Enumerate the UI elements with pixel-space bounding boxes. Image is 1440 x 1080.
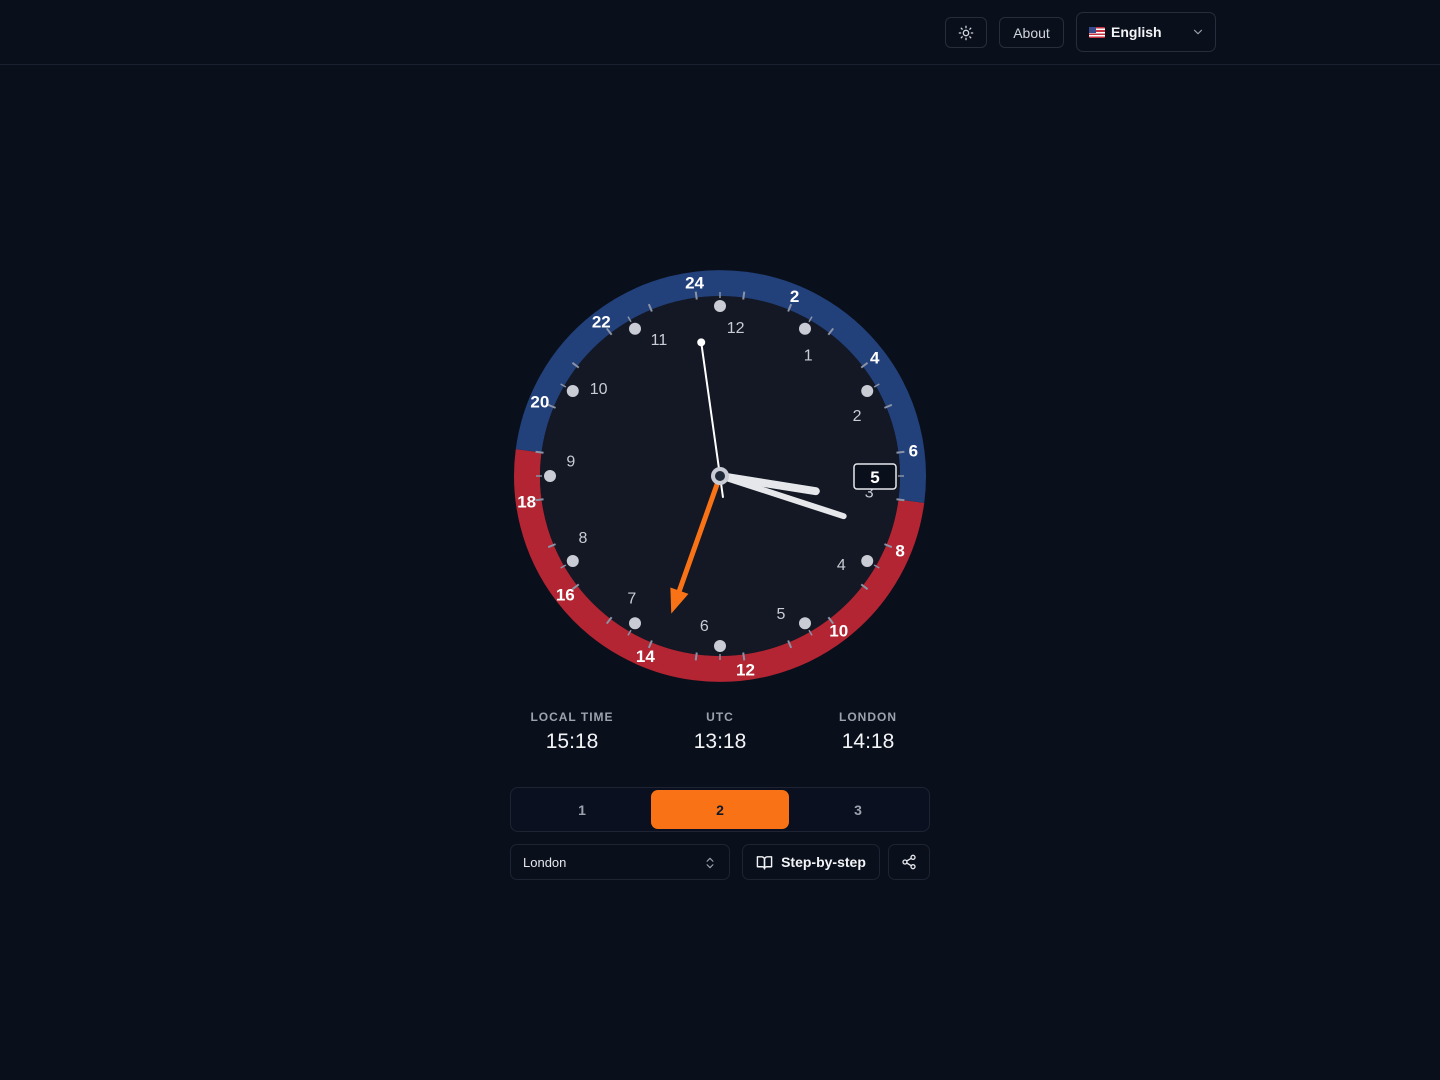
dial-hour-number: 8 [579, 530, 588, 547]
step-by-step-label: Step-by-step [781, 854, 866, 870]
local-time-readout: LOCAL TIME 15:18 [498, 710, 646, 755]
bezel-hour-label: 8 [895, 542, 904, 561]
segment-option-2[interactable]: 2 [651, 790, 789, 829]
bezel-hour-label: 4 [870, 348, 880, 367]
sun-icon [958, 25, 974, 40]
local-time-value: 15:18 [545, 730, 599, 753]
bezel-tick [694, 291, 698, 300]
hour-marker-dot [544, 470, 556, 482]
dial-hour-number: 4 [837, 557, 846, 574]
theme-toggle-button[interactable] [945, 17, 987, 48]
city-select[interactable]: London [510, 844, 730, 880]
local-time-label: LOCAL TIME [530, 710, 614, 724]
london-time-readout: LONDON 14:18 [794, 710, 942, 755]
top-bar: About English [0, 0, 1440, 65]
dial-hour-number: 5 [777, 606, 786, 623]
hour-marker-dot [566, 385, 579, 397]
dial-hour-number: 1 [804, 348, 813, 365]
timezone-readouts: LOCAL TIME 15:18 UTC 13:18 LONDON 14:18 [498, 710, 942, 760]
gmt-clock: 24246810121416182022 1212345678910115 [514, 270, 926, 682]
bezel-tick [742, 652, 746, 661]
dial-hour-number: 6 [700, 618, 709, 635]
bezel-tick [896, 450, 905, 454]
bezel-hour-label: 22 [592, 312, 611, 331]
bezel-hour-label: 20 [530, 392, 549, 411]
hour-marker-dot [566, 555, 579, 567]
segment-option-3[interactable]: 3 [789, 790, 927, 829]
bezel-tick [535, 450, 544, 454]
london-time-value: 14:18 [841, 730, 895, 753]
dial-hour-number: 7 [627, 590, 636, 607]
chevron-down-icon [1193, 29, 1203, 35]
utc-time-label: UTC [706, 710, 734, 724]
hour-marker-dot [861, 555, 874, 567]
step-segmented-control: 1 2 3 [510, 787, 930, 832]
hand-hub-center [715, 471, 725, 481]
bezel-tick [535, 498, 544, 502]
hour-marker-dot [714, 300, 726, 312]
bezel-hour-label: 14 [636, 647, 655, 666]
share-icon [902, 854, 916, 870]
second-hand-tip [697, 338, 706, 347]
dial-hour-number: 11 [651, 332, 668, 349]
bezel-tick [896, 498, 905, 502]
language-label: English [1111, 24, 1162, 40]
book-open-icon [756, 855, 773, 870]
hour-marker-dot [799, 322, 811, 335]
bezel-hour-label: 10 [829, 622, 848, 641]
bezel-hour-label: 18 [517, 492, 536, 511]
bezel-tick [742, 291, 746, 300]
share-button[interactable] [888, 844, 930, 880]
hour-marker-dot [714, 640, 726, 652]
step-by-step-button[interactable]: Step-by-step [742, 844, 880, 880]
bezel-hour-label: 24 [685, 274, 704, 293]
dial-hour-number: 2 [853, 408, 862, 425]
hour-marker-dot [629, 322, 641, 335]
about-label: About [1013, 24, 1050, 41]
dial-hour-number: 9 [566, 453, 575, 470]
date-window-value: 5 [870, 468, 879, 487]
utc-time-readout: UTC 13:18 [646, 710, 794, 755]
bezel-hour-label: 16 [556, 586, 575, 605]
about-button[interactable]: About [999, 17, 1064, 48]
bezel-hour-label: 12 [736, 660, 755, 679]
london-time-label: LONDON [839, 710, 897, 724]
language-select[interactable]: English [1076, 12, 1216, 52]
us-flag-icon [1089, 26, 1105, 38]
hour-marker-dot [861, 385, 874, 397]
bezel-tick [694, 652, 698, 661]
utc-time-value: 13:18 [693, 730, 747, 753]
segment-option-1[interactable]: 1 [513, 790, 651, 829]
dial-hour-number: 10 [590, 381, 608, 398]
dial-hour-number: 12 [727, 320, 745, 337]
chevron-up-down-icon [706, 857, 714, 869]
hour-marker-dot [629, 617, 641, 630]
bezel-hour-label: 6 [909, 442, 918, 461]
city-select-value: London [523, 854, 567, 870]
bezel-hour-label: 2 [790, 287, 799, 306]
hour-marker-dot [799, 617, 811, 630]
